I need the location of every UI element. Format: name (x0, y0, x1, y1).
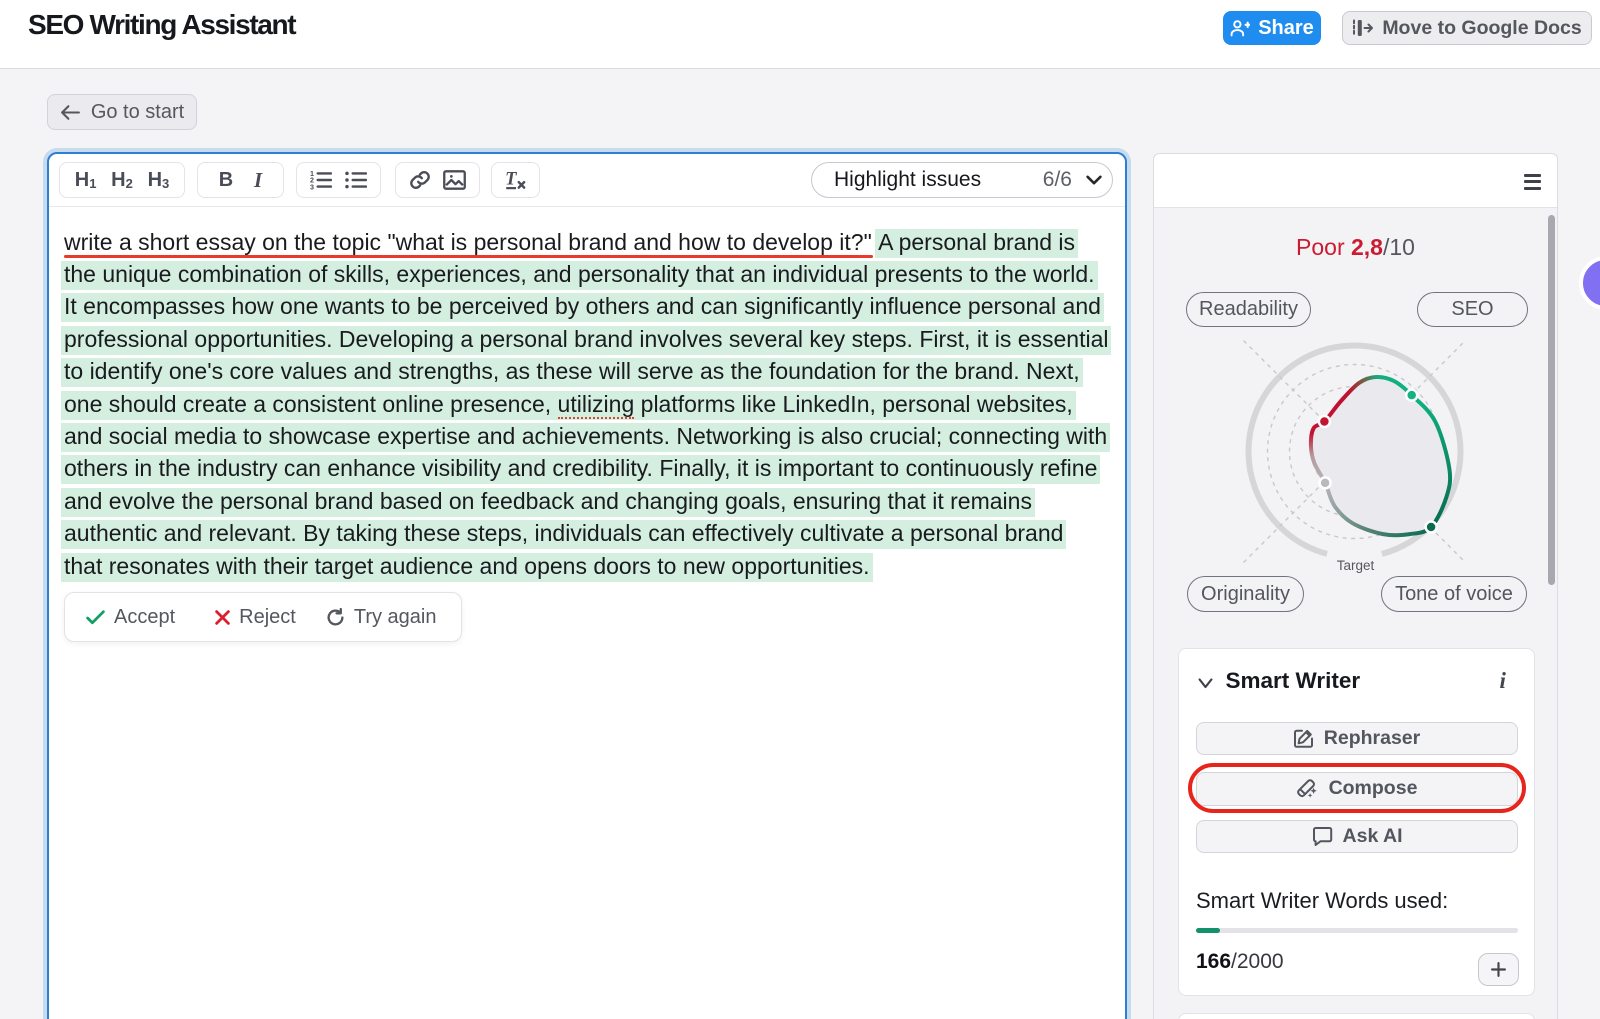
svg-text:T: T (505, 170, 517, 189)
svg-text:3: 3 (310, 183, 314, 190)
